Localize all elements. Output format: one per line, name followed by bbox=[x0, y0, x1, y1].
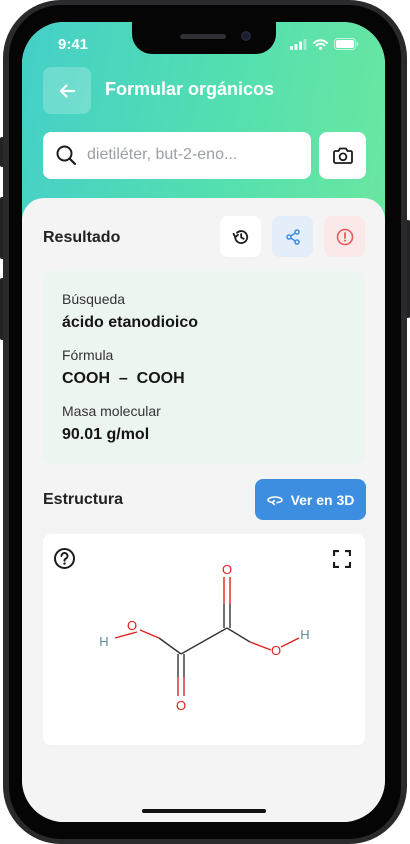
page-title: Formular orgánicos bbox=[105, 79, 275, 99]
search-term-value: ácido etanodioico bbox=[62, 314, 199, 331]
bond-c-o bbox=[139, 629, 160, 639]
share-button[interactable] bbox=[272, 216, 313, 257]
alert-icon bbox=[336, 228, 353, 245]
formula-label: Fórmula bbox=[62, 347, 114, 363]
front-camera bbox=[241, 31, 251, 41]
arrow-left-icon bbox=[59, 83, 76, 98]
share-icon bbox=[285, 228, 300, 245]
content-panel: Resultado Búsqueda ácido etanodioico Fór… bbox=[22, 198, 385, 822]
search-term-label: Búsqueda bbox=[62, 291, 126, 307]
search-icon bbox=[56, 145, 77, 166]
atom-oxygen: O bbox=[271, 643, 281, 658]
bond-c-o bbox=[226, 627, 251, 643]
bond-c-o bbox=[158, 637, 182, 655]
app-screen: 9:41 Formular orgánicos dietiléter, but-… bbox=[22, 22, 385, 822]
result-card: Búsqueda ácido etanodioico Fórmula COOH … bbox=[43, 271, 365, 464]
speaker bbox=[180, 34, 226, 39]
history-icon bbox=[232, 229, 248, 244]
search-box[interactable] bbox=[43, 132, 311, 179]
atom-hydrogen: H bbox=[300, 627, 309, 642]
atom-oxygen: O bbox=[176, 698, 186, 713]
structure-card: O H O O O H bbox=[43, 534, 365, 745]
bonds bbox=[114, 577, 300, 696]
status-icons bbox=[290, 38, 359, 50]
home-indicator bbox=[142, 809, 266, 813]
battery-icon bbox=[334, 38, 359, 50]
back-button[interactable] bbox=[43, 67, 91, 114]
atom-oxygen: O bbox=[222, 562, 232, 577]
rotate-3d-icon bbox=[266, 495, 283, 505]
atom-oxygen: O bbox=[127, 618, 137, 633]
camera-button[interactable] bbox=[319, 132, 366, 179]
molecule-diagram: O H O O O H bbox=[99, 562, 309, 713]
atom-hydrogen: H bbox=[99, 634, 108, 649]
bond-o-h bbox=[280, 637, 300, 648]
camera-icon bbox=[332, 147, 353, 164]
signal-icon bbox=[290, 38, 307, 50]
structure-heading: Estructura bbox=[43, 491, 124, 508]
view-3d-label: Ver en 3D bbox=[290, 491, 355, 508]
bond-c-c bbox=[180, 627, 228, 655]
wifi-icon bbox=[313, 38, 328, 50]
bond-c-o bbox=[249, 641, 272, 651]
molar-mass-label: Masa molecular bbox=[62, 403, 161, 419]
status-time: 9:41 bbox=[58, 36, 89, 53]
notch bbox=[132, 22, 276, 54]
search-input[interactable] bbox=[87, 144, 305, 166]
view-3d-button[interactable]: Ver en 3D bbox=[255, 479, 366, 520]
formula-value: COOH – COOH bbox=[62, 370, 185, 387]
report-button[interactable] bbox=[324, 216, 365, 257]
result-heading: Resultado bbox=[43, 229, 121, 246]
history-button[interactable] bbox=[220, 216, 261, 257]
molar-mass-value: 90.01 g/mol bbox=[62, 426, 150, 443]
